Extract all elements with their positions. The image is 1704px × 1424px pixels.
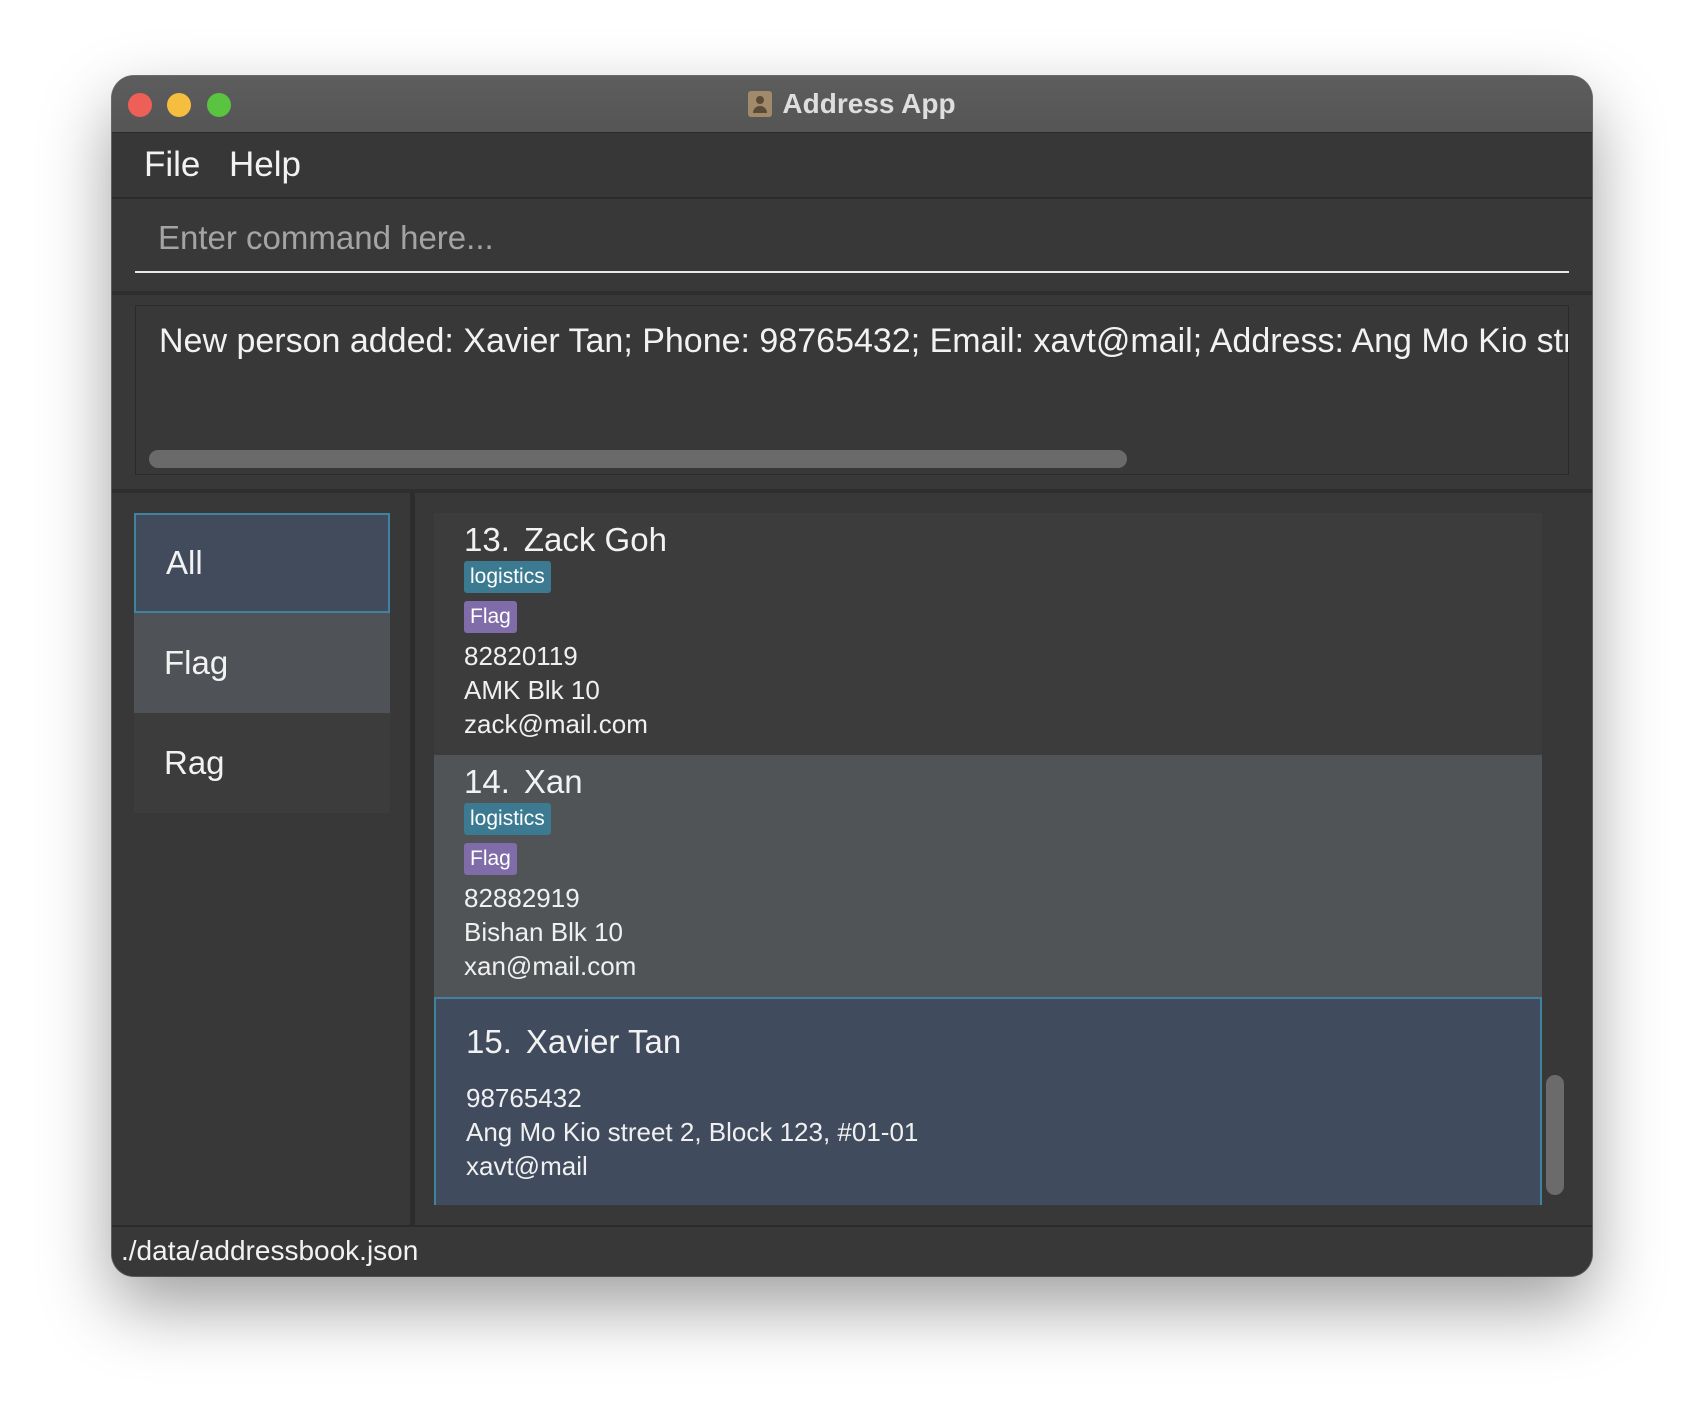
person-name: 14. Xan bbox=[464, 763, 583, 801]
person-email: zack@mail.com bbox=[464, 709, 648, 739]
person-phone: 82882919 bbox=[464, 883, 580, 913]
divider bbox=[112, 291, 1592, 295]
filter-item-label: Rag bbox=[164, 744, 225, 781]
window-title: Address App bbox=[782, 88, 956, 119]
person-email: xan@mail.com bbox=[464, 951, 637, 981]
result-message: New person added: Xavier Tan; Phone: 987… bbox=[159, 322, 1569, 360]
person-card-selected[interactable]: 15. Xavier Tan 98765432 Ang Mo Kio street… bbox=[434, 997, 1542, 1205]
save-file-path: ./data/addressbook.json bbox=[121, 1235, 419, 1266]
panel-divider[interactable] bbox=[410, 493, 415, 1225]
person-phone: 82820119 bbox=[464, 641, 578, 671]
command-input[interactable] bbox=[135, 211, 1569, 273]
person-list: 13. Zack Goh logistics Flag 82820119 AMK … bbox=[434, 513, 1542, 1205]
main-panel: All Flag Rag 13. Zack Goh logistics Flag … bbox=[112, 493, 1592, 1225]
command-box bbox=[112, 199, 1592, 291]
person-address: Ang Mo Kio street 2, Block 123, #01-01 bbox=[466, 1117, 919, 1147]
person-index: 14. bbox=[464, 763, 510, 800]
filter-item-rag[interactable]: Rag bbox=[134, 713, 390, 813]
person-card[interactable]: 13. Zack Goh logistics Flag 82820119 AMK … bbox=[434, 513, 1542, 755]
result-horizontal-scrollbar[interactable] bbox=[149, 450, 1127, 468]
address-book-icon bbox=[748, 91, 773, 117]
menu-bar: File Help bbox=[112, 133, 1592, 199]
menu-file[interactable]: File bbox=[144, 145, 200, 185]
menu-help[interactable]: Help bbox=[229, 145, 301, 185]
person-list-scrollbar[interactable] bbox=[1546, 1075, 1564, 1195]
person-name-text: Xavier Tan bbox=[525, 1023, 682, 1060]
person-name: 13. Zack Goh bbox=[464, 521, 667, 559]
result-display: New person added: Xavier Tan; Phone: 987… bbox=[135, 305, 1569, 475]
person-phone: 98765432 bbox=[466, 1083, 582, 1113]
filter-item-label: All bbox=[166, 544, 203, 581]
person-address: Bishan Blk 10 bbox=[464, 917, 623, 947]
person-card[interactable]: 14. Xan logistics Flag 82882919 Bishan Bl… bbox=[434, 755, 1542, 997]
person-name-text: Zack Goh bbox=[523, 521, 667, 558]
person-email: xavt@mail bbox=[466, 1151, 588, 1181]
person-name-text: Xan bbox=[523, 763, 583, 800]
tag-badge: Flag bbox=[464, 843, 517, 875]
person-index: 13. bbox=[464, 521, 510, 558]
tag-badge: logistics bbox=[464, 803, 551, 835]
title-bar: Address App bbox=[112, 76, 1592, 133]
tag-badge: Flag bbox=[464, 601, 517, 633]
filter-item-all[interactable]: All bbox=[134, 513, 390, 613]
status-bar: ./data/addressbook.json bbox=[112, 1225, 1592, 1276]
filter-item-label: Flag bbox=[164, 644, 229, 681]
filter-list: All Flag Rag bbox=[134, 513, 390, 813]
window-title-group: Address App bbox=[112, 76, 1592, 132]
filter-item-flag[interactable]: Flag bbox=[134, 613, 390, 713]
person-name: 15. Xavier Tan bbox=[466, 1023, 681, 1061]
tag-badge: logistics bbox=[464, 561, 551, 593]
person-address: AMK Blk 10 bbox=[464, 675, 600, 705]
app-window: Address App File Help New person added: … bbox=[112, 76, 1592, 1276]
person-index: 15. bbox=[466, 1023, 512, 1060]
